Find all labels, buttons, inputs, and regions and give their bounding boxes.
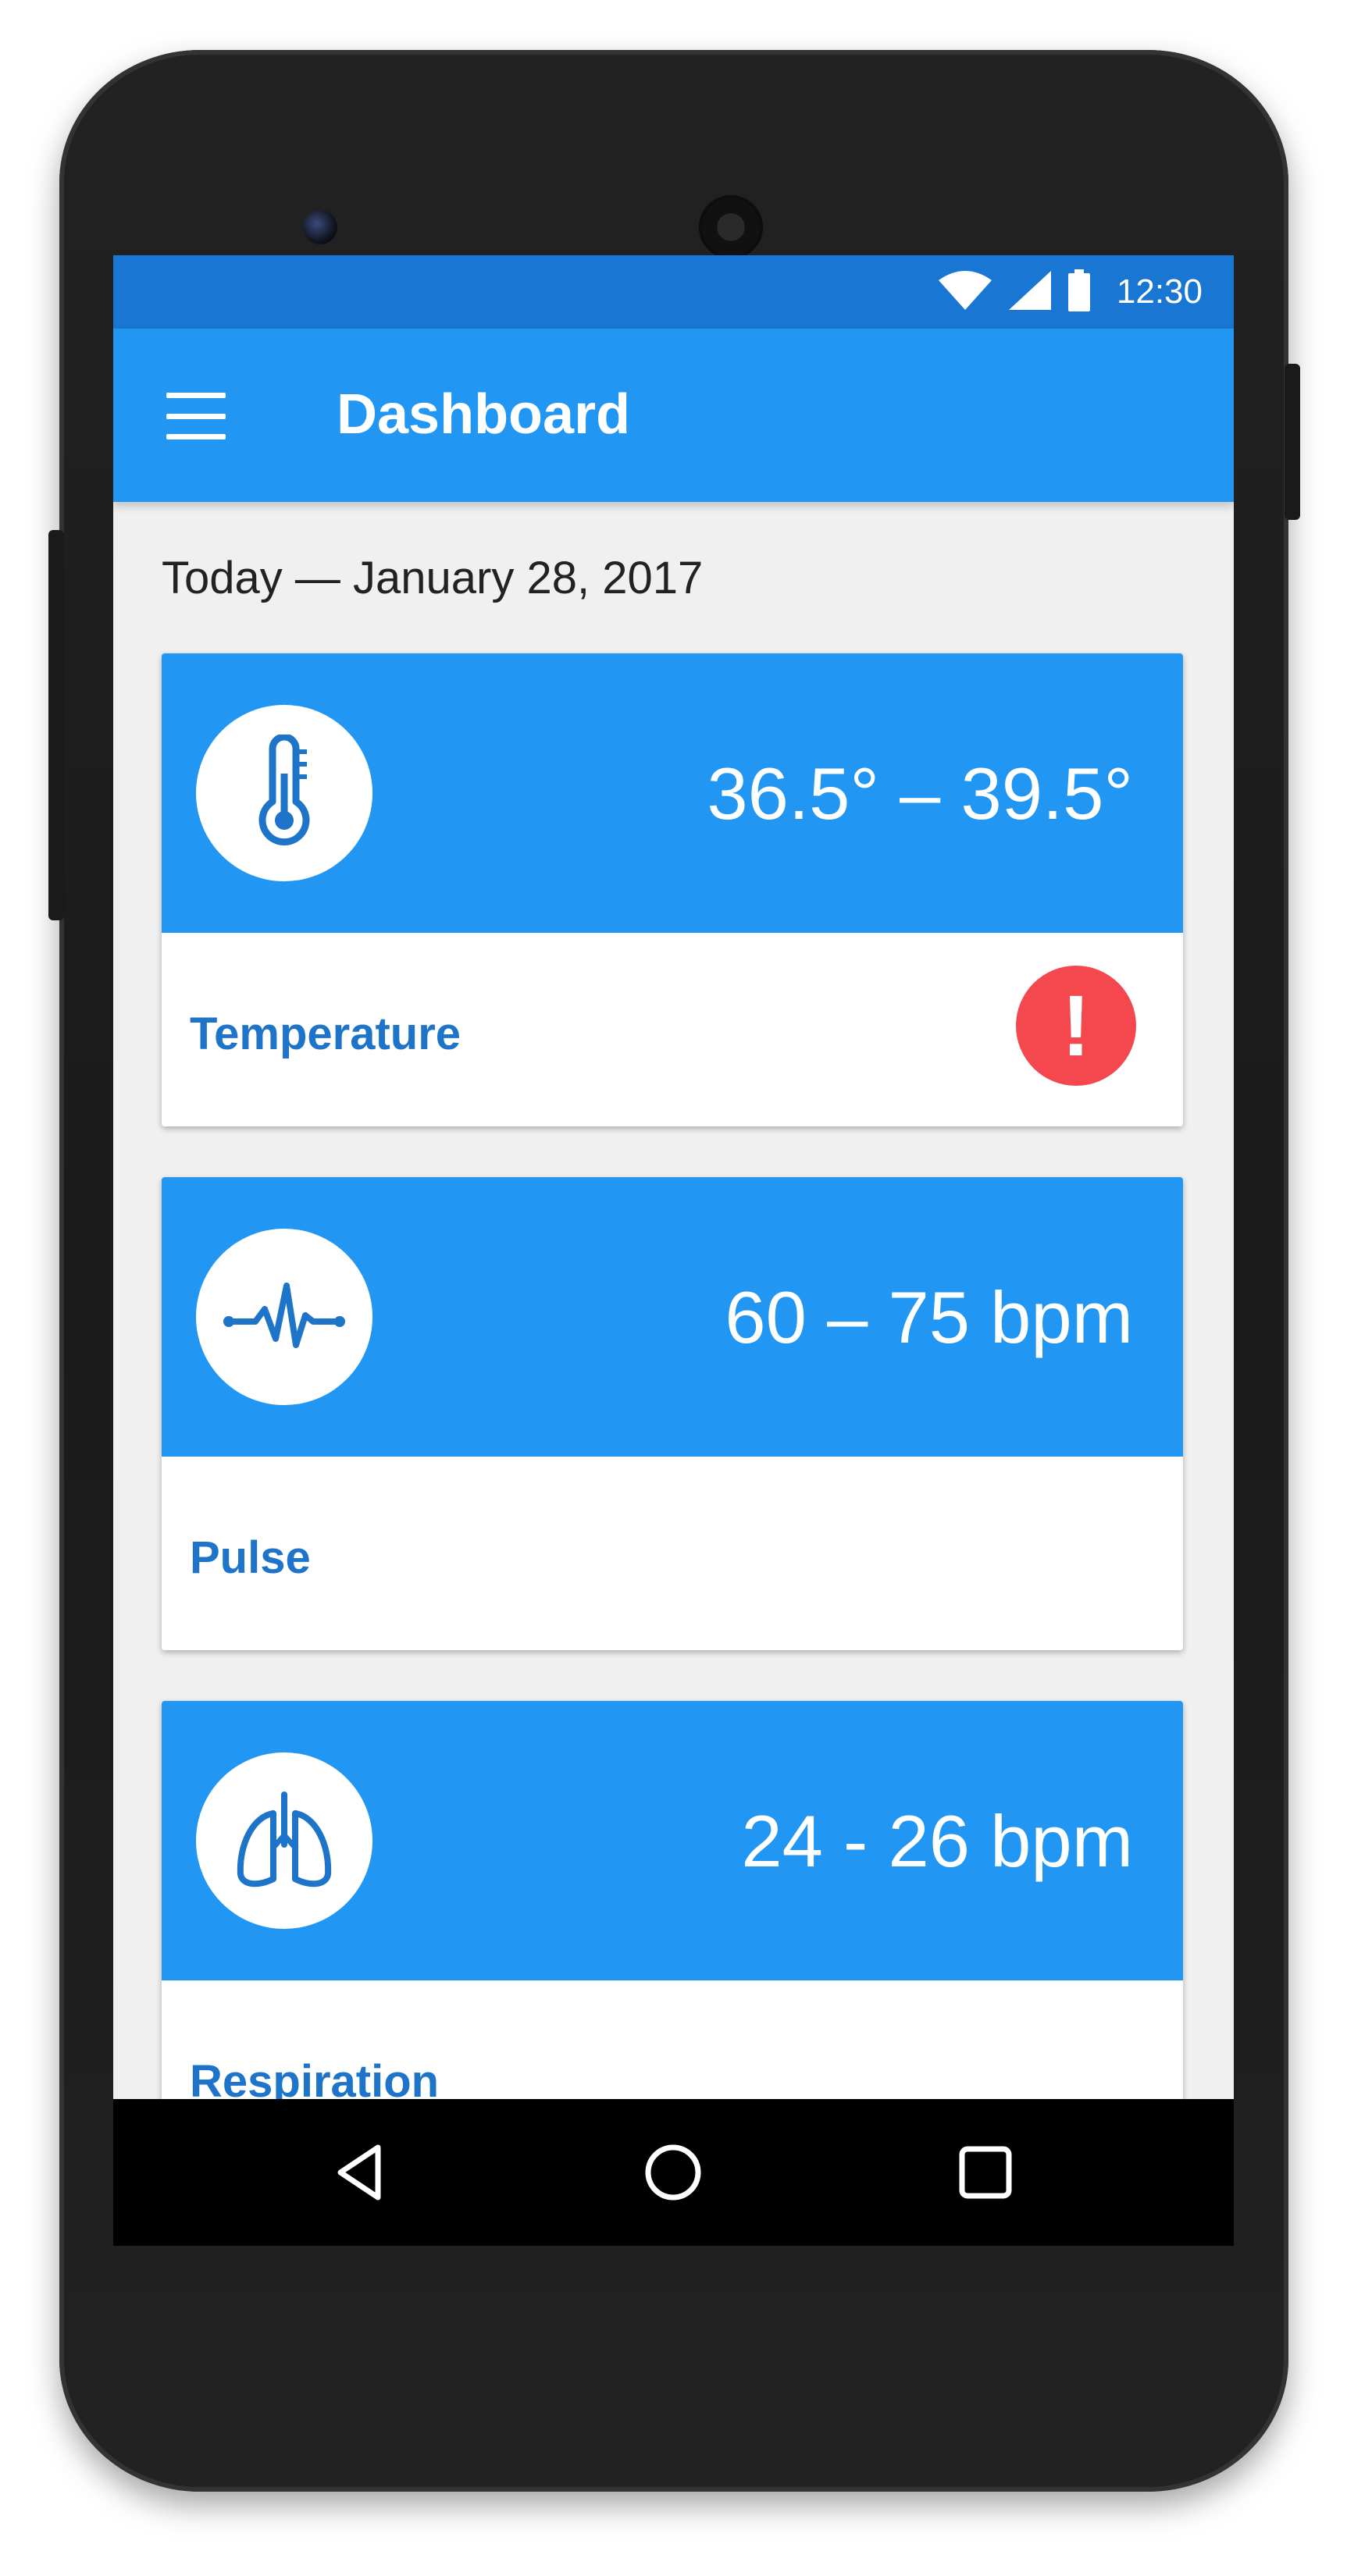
date-label: Today — January 28, 2017: [162, 553, 704, 603]
front-camera: [303, 210, 337, 244]
battery-icon: [1067, 269, 1092, 315]
pulse-card[interactable]: 60 – 75 bpm Pulse: [162, 1177, 1183, 1650]
lungs-icon: [196, 1752, 372, 1929]
heartbeat-icon: [196, 1229, 372, 1405]
phone-screen: 12:30 Dashboard Today — January 28, 2017…: [113, 255, 1234, 2246]
home-icon[interactable]: [642, 2141, 704, 2204]
temperature-card[interactable]: 36.5° – 39.5° Temperature !: [162, 653, 1183, 1126]
temperature-card-header: 36.5° – 39.5°: [162, 653, 1183, 933]
page-title: Dashboard: [337, 383, 631, 446]
power-button: [1285, 364, 1300, 520]
hamburger-menu-icon[interactable]: [166, 393, 226, 439]
app-bar: Dashboard: [113, 329, 1234, 502]
status-bar: 12:30: [113, 255, 1234, 329]
back-icon[interactable]: [330, 2141, 392, 2204]
pulse-value: 60 – 75 bpm: [725, 1276, 1133, 1358]
temperature-value: 36.5° – 39.5°: [707, 753, 1133, 834]
temperature-card-footer: Temperature !: [162, 933, 1183, 1126]
pulse-card-header: 60 – 75 bpm: [162, 1177, 1183, 1457]
recents-icon[interactable]: [954, 2141, 1017, 2204]
alert-icon[interactable]: !: [1016, 966, 1136, 1086]
respiration-card-header: 24 - 26 bpm: [162, 1701, 1183, 1980]
earpiece-speaker: [699, 195, 763, 259]
temperature-label: Temperature: [190, 1009, 461, 1059]
status-time: 12:30: [1116, 272, 1203, 311]
thermometer-icon: [196, 705, 372, 881]
signal-icon: [1007, 269, 1053, 315]
pulse-card-footer: Pulse: [162, 1457, 1183, 1650]
wifi-icon: [937, 269, 993, 315]
volume-button: [48, 530, 64, 920]
navigation-bar: [113, 2099, 1234, 2246]
pulse-label: Pulse: [190, 1532, 311, 1583]
respiration-value: 24 - 26 bpm: [741, 1800, 1133, 1882]
